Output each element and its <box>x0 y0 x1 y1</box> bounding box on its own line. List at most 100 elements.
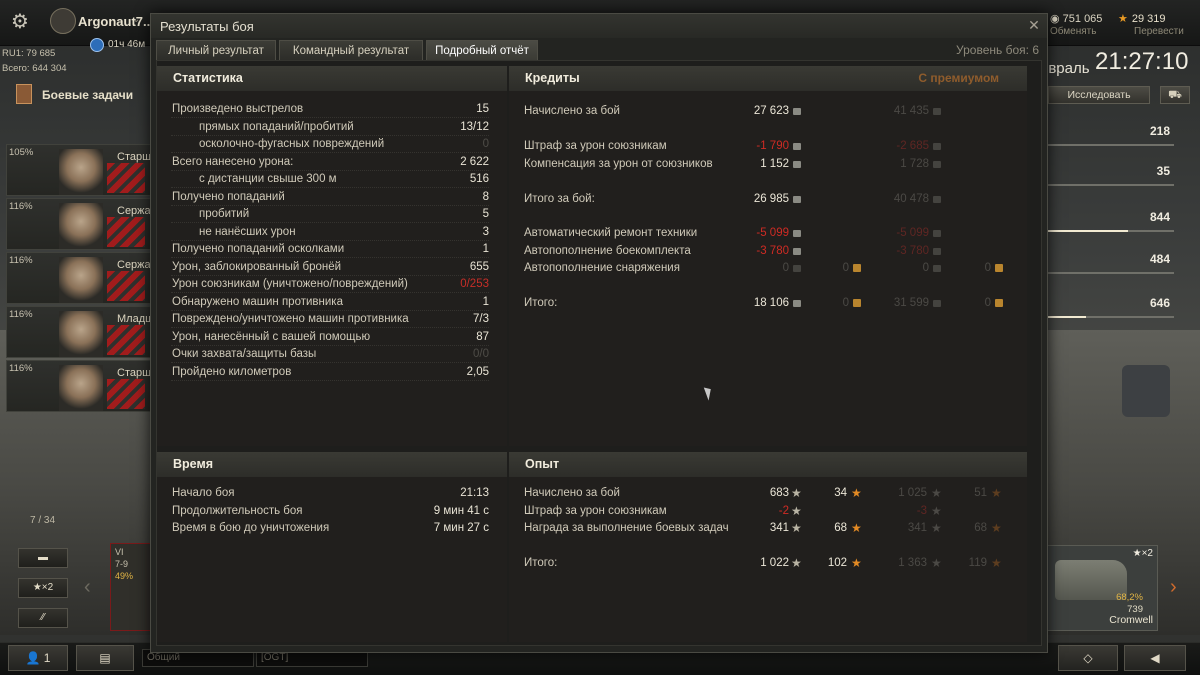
credits-label: Автопополнение снаряжения <box>524 262 680 274</box>
stat-value: 87 <box>476 330 489 343</box>
stat-row: Урон, заблокированный бронёй 655 <box>171 259 489 276</box>
stat-row: Урон, нанесённый с вашей помощью 87 <box>171 329 489 346</box>
credits-icon <box>793 143 801 150</box>
credits-value: 0 <box>782 262 789 274</box>
misc-filter-button[interactable]: ⁄⁄ <box>18 608 68 628</box>
xp-star-icon: ★ <box>791 503 802 518</box>
experience-panel: Опыт Начислено за бой 683 ★ 34 ★ 1 025 ★ 51… <box>509 452 1027 642</box>
x2-filter-button[interactable]: ★×2 <box>18 578 68 598</box>
stat-label: Получено попаданий осколками <box>172 243 345 255</box>
time-title: Время <box>173 457 213 471</box>
crew-member-card[interactable]: 116% Старши <box>6 360 157 412</box>
credits-icon <box>793 247 801 255</box>
tab-detailed[interactable]: Подробный отчёт <box>426 40 538 62</box>
settings-gear-icon[interactable]: ⚙ <box>8 10 32 34</box>
exchange-link[interactable]: Обменять <box>1050 26 1096 37</box>
credits-value: 751 065 <box>1062 13 1103 25</box>
gold-premium-value: 0 <box>984 262 991 274</box>
stat-label: Пройдено километров <box>172 365 292 378</box>
battle-missions[interactable]: Боевые задачи <box>12 84 152 106</box>
carousel-right-icon[interactable]: › <box>1170 576 1177 599</box>
invite-button[interactable]: ◇ <box>1058 645 1118 671</box>
vehicle-stat-row: 646 <box>1048 294 1174 318</box>
megaphone-icon: ◀ <box>1150 651 1160 665</box>
carousel-counter: 7 / 34 <box>30 515 56 526</box>
tab-team[interactable]: Командный результат <box>279 40 423 62</box>
crew-rank: Младш <box>117 313 154 325</box>
battle-level: Уровень боя: 6 <box>956 43 1039 57</box>
crew-member-card[interactable]: 116% Сержан <box>6 198 157 250</box>
credits-premium-value: 0 <box>922 262 929 274</box>
stat-value: 1 <box>482 295 489 308</box>
credits-value: -1 790 <box>756 140 789 152</box>
carousel-tank-card[interactable]: VI 7-9 49% <box>110 543 152 631</box>
premium-time: 01ч 46м <box>108 39 146 50</box>
credits-value: 18 106 <box>753 297 789 309</box>
stat-row: пробитий 5 <box>171 206 489 223</box>
stat-value: 2,05 <box>466 365 489 378</box>
xp-star-icon: ★ <box>791 521 802 535</box>
stat-label: Обнаружено машин противника <box>172 295 343 308</box>
vehicle-info-button[interactable]: ⛟ <box>1160 86 1190 104</box>
crew-member-card[interactable]: 105% Старши <box>6 144 157 196</box>
free-xp-star-icon: ★ <box>991 521 1002 535</box>
crew-member-card[interactable]: 116% Младш <box>6 306 154 358</box>
stat-value: 655 <box>469 260 489 273</box>
time-row: Начало боя 21:13 <box>171 485 489 502</box>
time-value: 7 мин 27 с <box>433 522 489 534</box>
credits-icon <box>933 247 941 255</box>
stat-row: Произведено выстрелов 15 <box>171 101 489 118</box>
gold-value: 0 <box>842 297 849 309</box>
credits-premium-value: 1 728 <box>900 157 929 170</box>
credits-label: Итого: <box>524 297 558 309</box>
vehicle-stat-row: 218 <box>1048 122 1174 146</box>
contacts-button[interactable]: 👤 1 <box>8 645 68 671</box>
tab-personal[interactable]: Личный результат <box>156 40 276 62</box>
free-xp-star-icon: ★ <box>851 521 862 535</box>
free-xp-value: 34 <box>834 487 847 499</box>
stat-label: пробитий <box>199 208 250 220</box>
stat-row: Пройдено километров 2,05 <box>171 364 489 381</box>
vehicle-stat-value: 218 <box>1149 124 1170 138</box>
credits-panel: Кредиты С премиумом Начислено за бой 27 … <box>509 66 1027 446</box>
credits-icon <box>793 108 801 115</box>
research-button[interactable]: Исследовать <box>1048 86 1150 104</box>
experience-value: -2 <box>778 504 789 517</box>
credits-premium-value: 31 599 <box>893 297 929 309</box>
carousel-tank-card-cromwell[interactable]: ★×2 68,2% 739 Cromwell <box>1046 545 1158 631</box>
vehicle-stat-value: 844 <box>1149 210 1170 224</box>
credits-icon: ◉ <box>1050 13 1063 25</box>
vehicle-stat-value: 35 <box>1156 164 1170 178</box>
vehicle-filter-button[interactable]: ▬ <box>18 548 68 568</box>
missions-label: Боевые задачи <box>42 88 134 102</box>
time-label: Время в бою до уничтожения <box>172 522 330 534</box>
statistics-header: Статистика <box>157 66 507 91</box>
credits-balance: ◉ 751 065 <box>1050 12 1102 25</box>
chat-button[interactable]: ▤ <box>76 645 134 671</box>
stat-row: Очки захвата/защиты базы 0/0 <box>171 346 489 363</box>
close-icon[interactable]: ✕ <box>1025 16 1043 34</box>
crew-rank-stripes <box>107 163 145 193</box>
crew-rank-stripes <box>107 325 145 355</box>
notifications-button[interactable]: ◀ <box>1124 645 1186 671</box>
carousel-left-icon[interactable]: ‹ <box>84 576 91 599</box>
free-xp-premium-value: 119 <box>968 557 987 569</box>
experience-label: Награда за выполнение боевых задач <box>524 522 729 534</box>
free-xp-premium-value: 51 <box>974 487 987 499</box>
credits-value: -3 780 <box>756 244 789 257</box>
crew-member-card[interactable]: 116% Сержан <box>6 252 157 304</box>
tank-icon: ▬ <box>38 552 48 563</box>
credits-premium-value: 40 478 <box>893 192 929 205</box>
gold-premium-value: 0 <box>984 297 991 309</box>
vehicle-stat-row: 35 <box>1048 162 1174 186</box>
stat-label: Урон, заблокированный бронёй <box>172 260 342 273</box>
stat-value: 2 622 <box>460 155 489 168</box>
experience-premium-value: 1 025 <box>898 487 927 499</box>
crew-skill-pct: 116% <box>9 309 33 320</box>
time-label: Начало боя <box>172 487 235 499</box>
chevron-down-icon[interactable]: ⌄ <box>132 14 140 25</box>
gold-icon <box>853 264 861 272</box>
transfer-link[interactable]: Перевести <box>1134 26 1184 37</box>
crew-rank-stripes <box>107 217 145 247</box>
stat-label: Урон союзникам (уничтожено/повреждений) <box>172 278 408 290</box>
